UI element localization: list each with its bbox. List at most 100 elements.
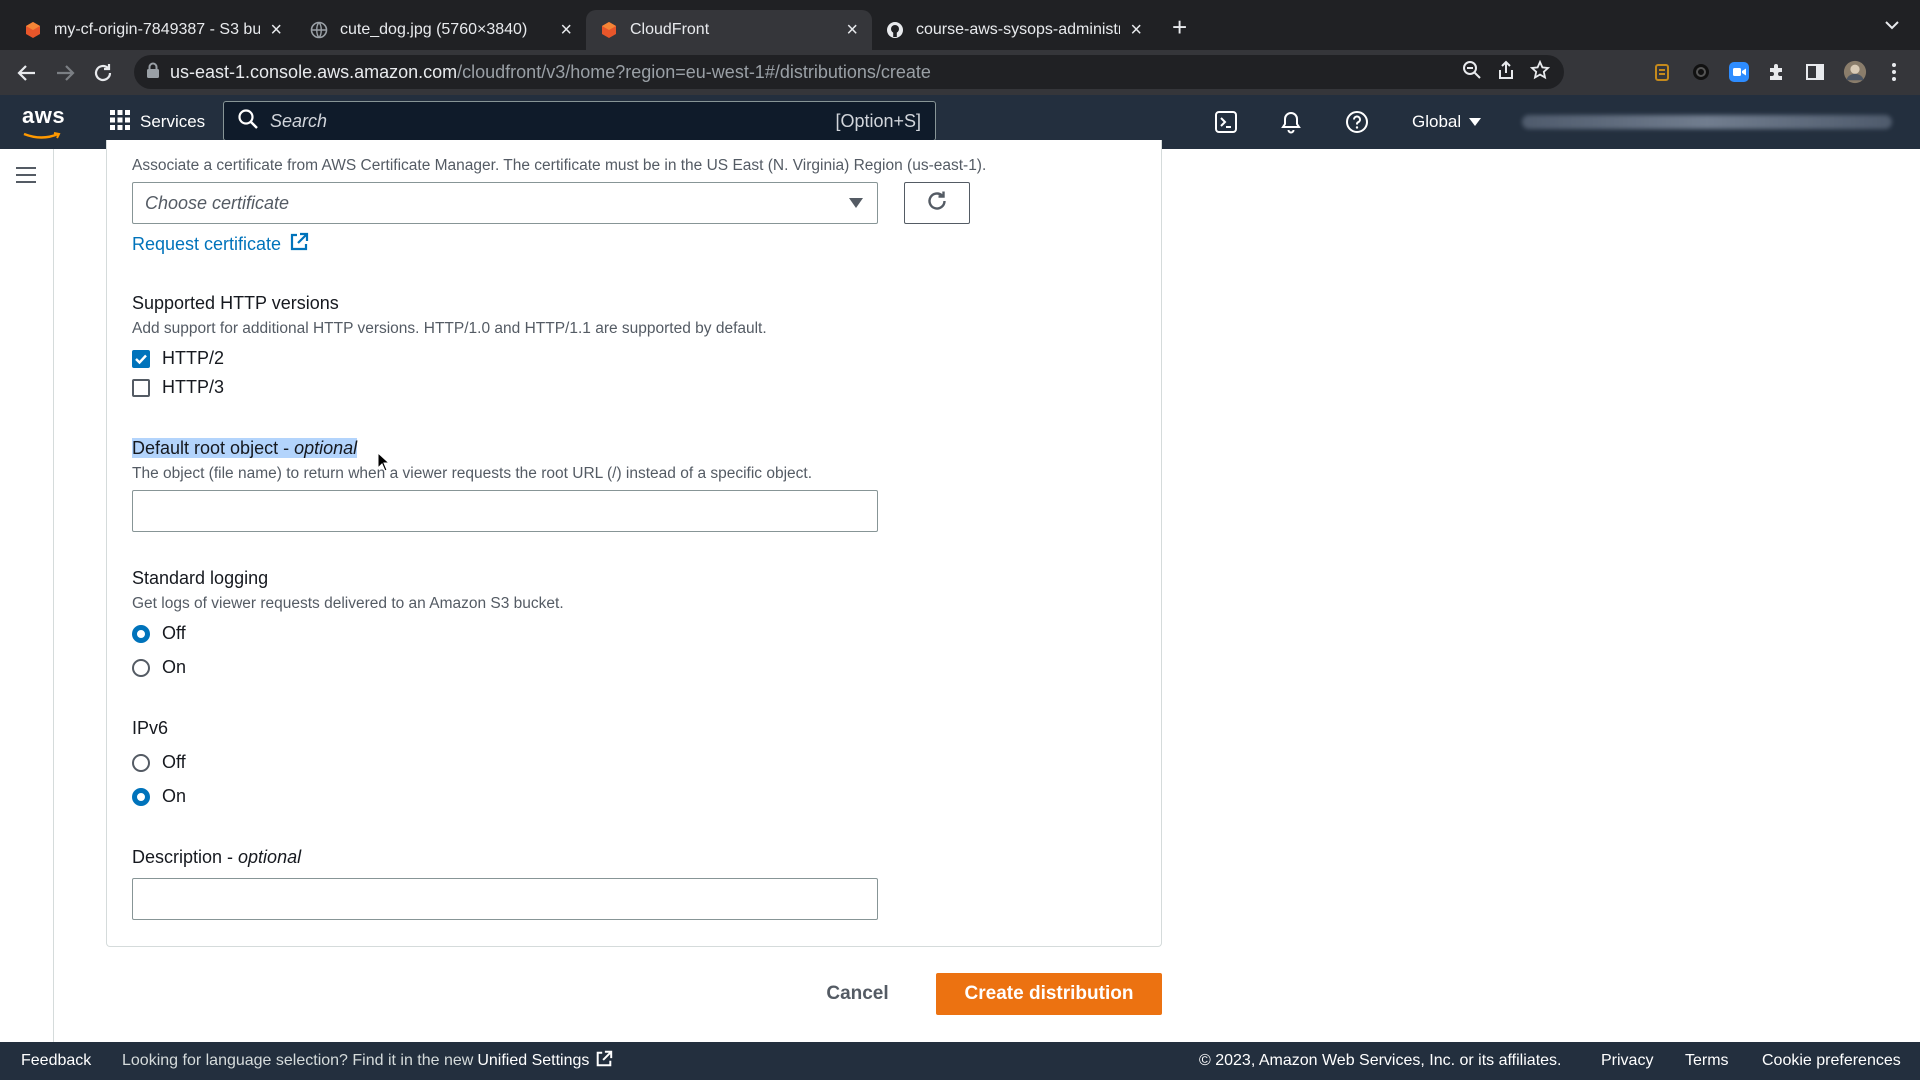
region-selector[interactable]: Global bbox=[1412, 95, 1482, 149]
ipv6-off-radio[interactable]: Off bbox=[132, 752, 186, 773]
aws-smile-icon bbox=[23, 132, 61, 139]
http2-label: HTTP/2 bbox=[162, 348, 225, 368]
radio-selected-icon[interactable] bbox=[132, 624, 150, 643]
optional-tag: optional bbox=[294, 438, 358, 458]
browser-tab-image[interactable]: cute_dog.jpg (5760×3840) × bbox=[296, 10, 586, 50]
browser-tab-github[interactable]: course-aws-sysops-administra × bbox=[872, 10, 1156, 50]
cloudshell-icon[interactable] bbox=[1213, 109, 1239, 135]
default-root-object-input[interactable] bbox=[132, 490, 878, 532]
radio-selected-icon[interactable] bbox=[132, 787, 150, 806]
close-tab-icon[interactable]: × bbox=[1130, 20, 1142, 40]
account-menu-redacted[interactable] bbox=[1522, 115, 1892, 129]
globe-icon bbox=[310, 21, 328, 39]
browser-tab-cloudfront[interactable]: CloudFront × bbox=[586, 10, 872, 50]
cancel-button[interactable]: Cancel bbox=[810, 973, 905, 1015]
puzzle-extensions-icon[interactable] bbox=[1765, 60, 1789, 84]
zoom-icon[interactable] bbox=[1462, 60, 1482, 85]
close-tab-icon[interactable]: × bbox=[270, 20, 282, 40]
chevron-down-icon[interactable] bbox=[1884, 18, 1900, 36]
forward-arrow-icon[interactable] bbox=[52, 60, 78, 86]
radio-unselected-icon[interactable] bbox=[132, 753, 150, 772]
default-root-object-label-text: Default root object - bbox=[132, 438, 295, 458]
unified-settings-link[interactable]: Unified Settings bbox=[477, 1052, 589, 1070]
close-tab-icon[interactable]: × bbox=[846, 20, 858, 40]
bookmark-star-icon[interactable] bbox=[1529, 59, 1551, 85]
ipv6-off-label: Off bbox=[162, 752, 186, 772]
checkbox-checked-icon[interactable] bbox=[132, 349, 150, 368]
http-versions-label: Supported HTTP versions bbox=[132, 293, 339, 313]
console-footer: Feedback Looking for language selection?… bbox=[0, 1042, 1920, 1080]
cloudfront-favicon-icon bbox=[600, 21, 618, 39]
optional-tag: optional bbox=[238, 847, 302, 867]
tab-title: cute_dog.jpg (5760×3840) bbox=[340, 21, 528, 38]
language-notice: Looking for language selection? Find it … bbox=[122, 1042, 613, 1080]
request-certificate-label: Request certificate bbox=[132, 234, 282, 254]
request-certificate-link[interactable]: Request certificate bbox=[132, 232, 309, 257]
console-search-input[interactable]: Search [Option+S] bbox=[223, 101, 936, 141]
side-panel-icon[interactable] bbox=[1803, 60, 1827, 84]
http3-checkbox[interactable]: HTTP/3 bbox=[132, 377, 224, 398]
help-icon[interactable] bbox=[1344, 109, 1370, 135]
hamburger-menu-icon[interactable] bbox=[16, 167, 36, 188]
services-label: Services bbox=[140, 112, 206, 131]
privacy-link[interactable]: Privacy bbox=[1601, 1042, 1653, 1080]
url-host: us-east-1.console.aws.amazon.com bbox=[170, 61, 458, 82]
http-versions-description: Add support for additional HTTP versions… bbox=[132, 320, 767, 337]
logging-on-label: On bbox=[162, 657, 187, 677]
tab-title: my-cf-origin-7849387 - S3 bu bbox=[54, 21, 261, 38]
close-tab-icon[interactable]: × bbox=[560, 20, 572, 40]
http2-checkbox[interactable]: HTTP/2 bbox=[132, 348, 224, 369]
tab-title: course-aws-sysops-administra bbox=[916, 21, 1121, 38]
browser-tab-s3[interactable]: my-cf-origin-7849387 - S3 bu × bbox=[10, 10, 296, 50]
external-link-icon bbox=[289, 232, 309, 257]
radio-unselected-icon[interactable] bbox=[132, 658, 150, 677]
search-placeholder: Search bbox=[270, 110, 328, 131]
record-extension-icon[interactable] bbox=[1689, 60, 1713, 84]
new-tab-icon[interactable]: + bbox=[1172, 14, 1187, 40]
cookie-preferences-link[interactable]: Cookie preferences bbox=[1762, 1042, 1901, 1080]
logging-off-radio[interactable]: Off bbox=[132, 623, 186, 644]
browser-toolbar: us-east-1.console.aws.amazon.com/cloudfr… bbox=[0, 50, 1920, 95]
feedback-link[interactable]: Feedback bbox=[21, 1042, 91, 1080]
certificate-description: Associate a certificate from AWS Certifi… bbox=[132, 157, 987, 174]
http3-label: HTTP/3 bbox=[162, 377, 225, 397]
browser-menu-icon[interactable] bbox=[1882, 60, 1906, 84]
search-icon bbox=[238, 108, 258, 134]
aws-logo-text: aws bbox=[22, 103, 66, 128]
ipv6-on-radio[interactable]: On bbox=[132, 786, 186, 807]
aws-logo[interactable]: aws bbox=[22, 103, 66, 139]
terms-link[interactable]: Terms bbox=[1685, 1042, 1729, 1080]
description-input[interactable] bbox=[132, 878, 878, 920]
copyright-text: © 2023, Amazon Web Services, Inc. or its… bbox=[1199, 1052, 1562, 1069]
s3-favicon-icon bbox=[24, 21, 42, 39]
checkbox-unchecked-icon[interactable] bbox=[132, 378, 150, 397]
profile-avatar-icon[interactable] bbox=[1843, 60, 1867, 84]
standard-logging-description: Get logs of viewer requests delivered to… bbox=[132, 595, 564, 612]
address-bar[interactable]: us-east-1.console.aws.amazon.com/cloudfr… bbox=[134, 55, 1564, 89]
description-label-text: Description - bbox=[132, 847, 239, 867]
clipboard-extension-icon[interactable] bbox=[1650, 60, 1674, 84]
github-icon bbox=[886, 21, 904, 39]
create-distribution-button[interactable]: Create distribution bbox=[936, 973, 1162, 1015]
url-path: /cloudfront/v3/home?region=eu-west-1#/di… bbox=[457, 61, 931, 82]
side-navigation-rail bbox=[0, 149, 54, 1042]
certificate-select[interactable]: Choose certificate bbox=[132, 182, 878, 224]
back-arrow-icon[interactable] bbox=[14, 60, 40, 86]
share-icon[interactable] bbox=[1496, 60, 1516, 85]
caret-down-icon bbox=[1469, 112, 1482, 132]
reload-icon[interactable] bbox=[90, 60, 116, 86]
ipv6-label: IPv6 bbox=[132, 718, 169, 738]
tab-title: CloudFront bbox=[630, 21, 710, 38]
standard-logging-label: Standard logging bbox=[132, 568, 269, 588]
default-root-object-label: Default root object - optional bbox=[132, 438, 358, 459]
refresh-icon bbox=[925, 189, 949, 218]
logging-on-radio[interactable]: On bbox=[132, 657, 186, 678]
notifications-bell-icon[interactable] bbox=[1278, 109, 1304, 135]
ipv6-on-label: On bbox=[162, 786, 187, 806]
grid-icon bbox=[110, 109, 130, 135]
language-notice-text: Looking for language selection? Find it … bbox=[122, 1052, 474, 1069]
browser-tab-strip: my-cf-origin-7849387 - S3 bu × cute_dog.… bbox=[0, 0, 1920, 50]
zoom-video-extension-icon[interactable] bbox=[1727, 60, 1751, 84]
refresh-certificates-button[interactable] bbox=[904, 182, 970, 224]
lock-icon bbox=[146, 62, 160, 83]
